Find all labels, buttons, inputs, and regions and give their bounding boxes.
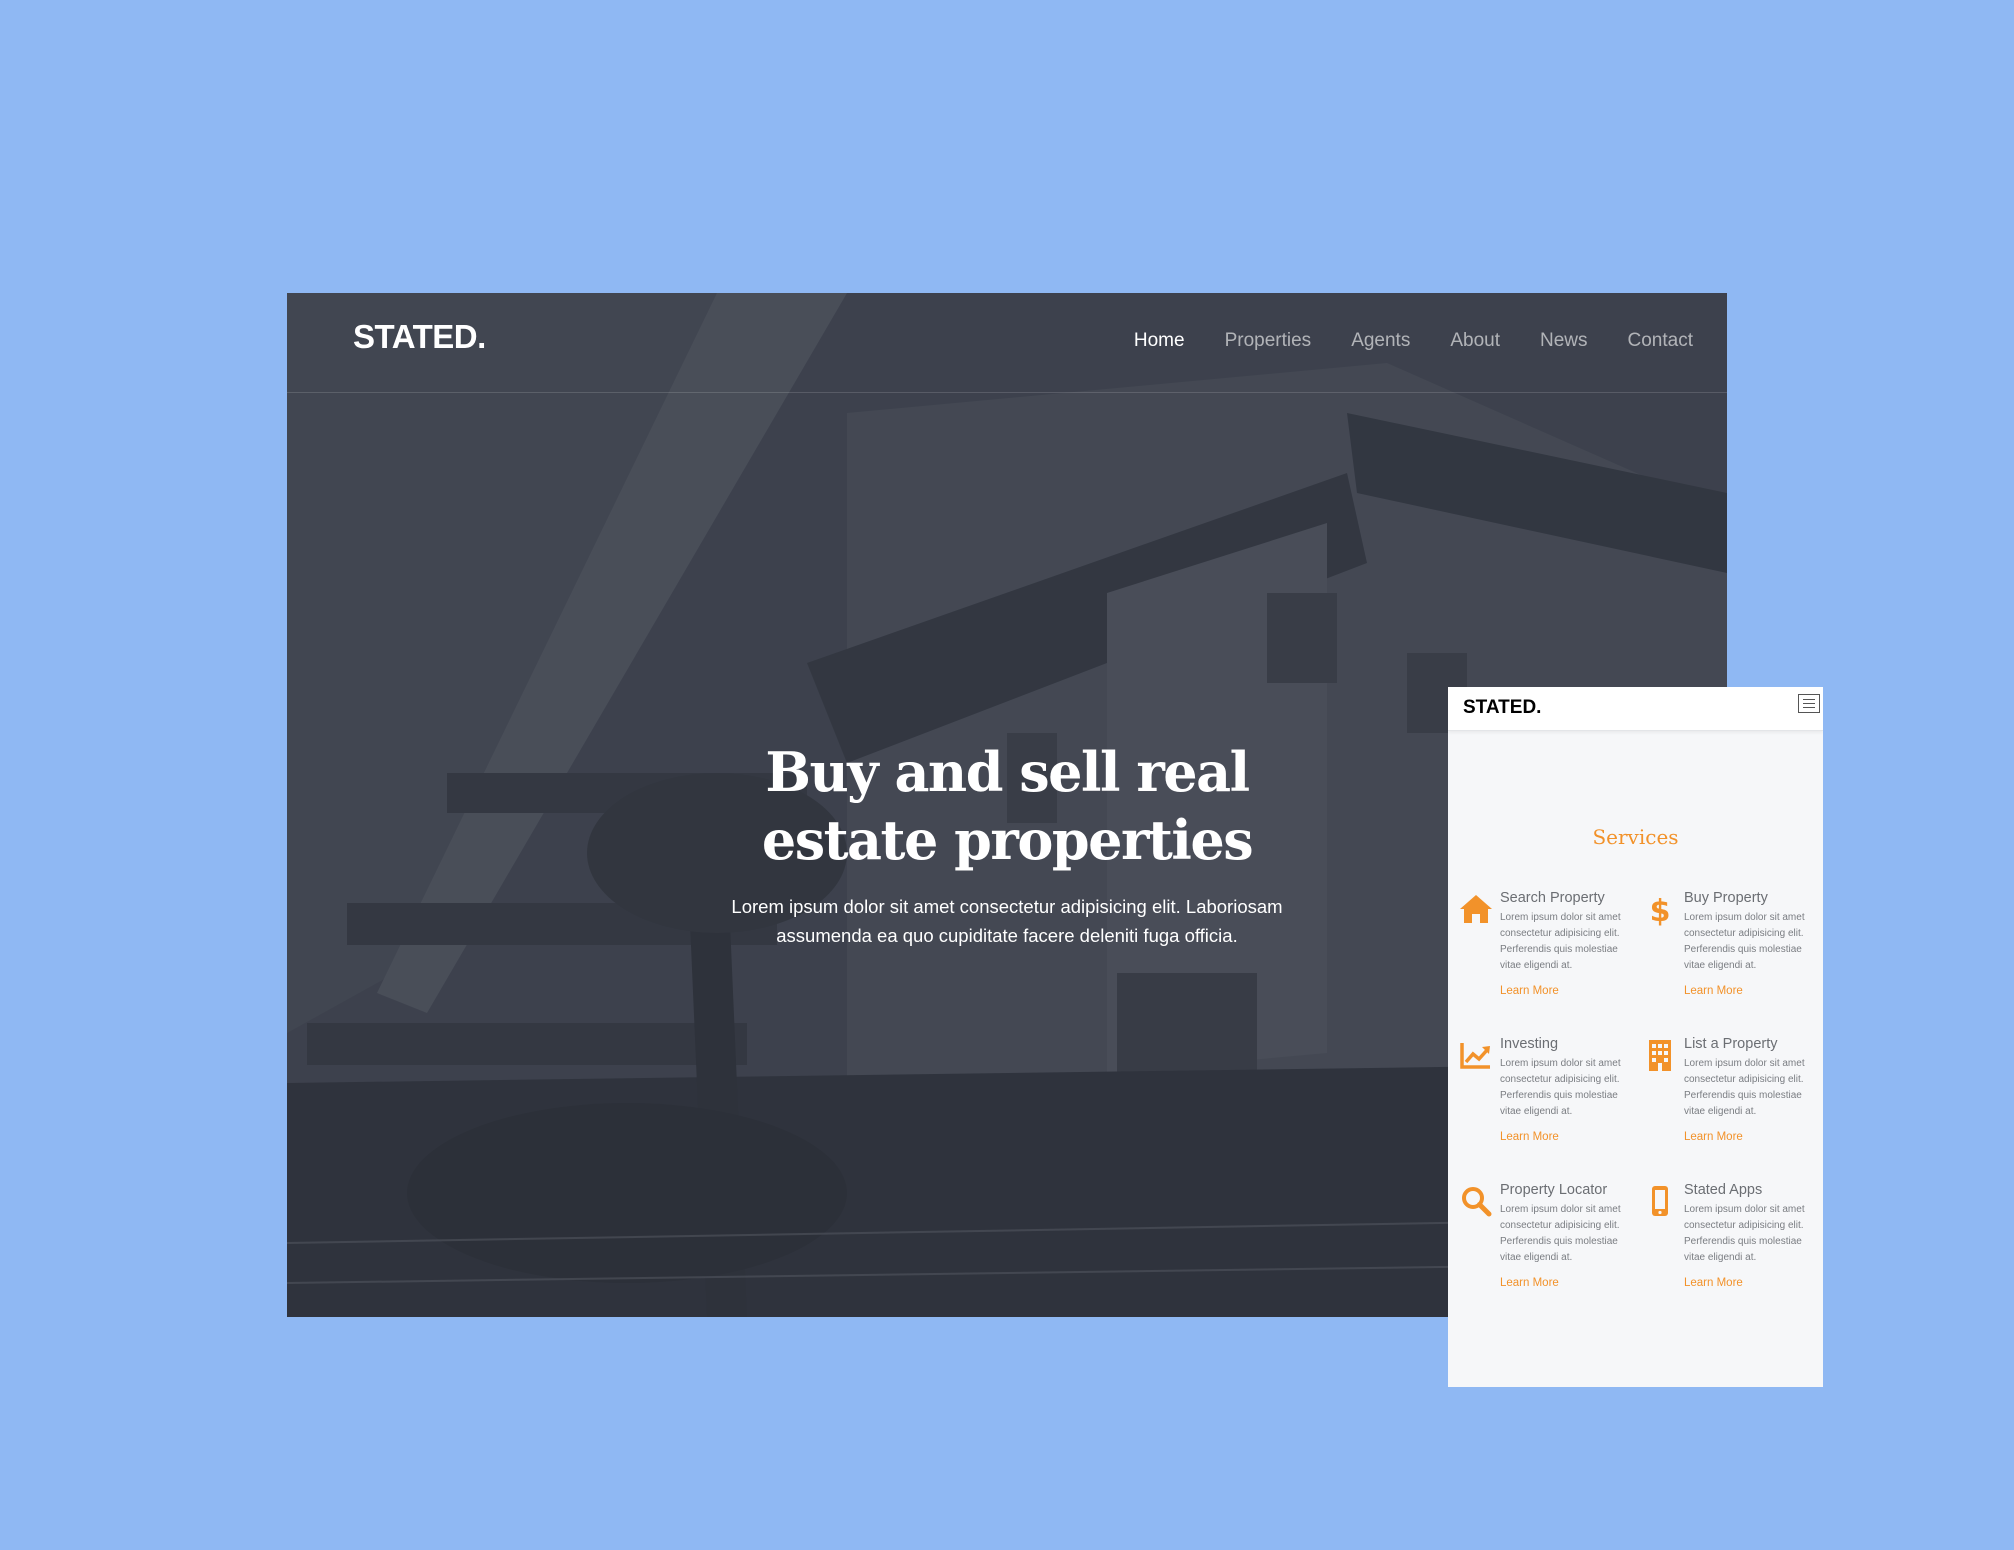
service-name: Buy Property: [1684, 890, 1768, 906]
service-description: Lorem ipsum dolor sit amet consectetur a…: [1684, 1058, 1805, 1117]
learn-more-link[interactable]: Learn More: [1500, 1129, 1638, 1145]
service-description: Lorem ipsum dolor sit amet consectetur a…: [1684, 1204, 1805, 1263]
service-name: Stated Apps: [1684, 1182, 1763, 1198]
service-description: Lorem ipsum dolor sit amet consectetur a…: [1500, 912, 1621, 971]
mobile-header: STATED.: [1448, 687, 1823, 731]
nav-news[interactable]: News: [1540, 323, 1588, 359]
menu-icon[interactable]: [1798, 694, 1820, 713]
home-icon: [1460, 895, 1492, 923]
building-icon: [1649, 1040, 1671, 1071]
nav-properties[interactable]: Properties: [1225, 323, 1312, 359]
brand-logo[interactable]: STATED.: [353, 315, 486, 359]
services-title: Services: [1592, 825, 1679, 849]
mobile-screen: STATED. Services Search Property Lorem i…: [1448, 687, 1823, 1387]
service-description: Lorem ipsum dolor sit amet consectetur a…: [1684, 912, 1805, 971]
chart-line-icon: [1460, 1043, 1490, 1069]
service-name: Investing: [1500, 1036, 1559, 1052]
learn-more-link[interactable]: Learn More: [1500, 983, 1638, 999]
nav-agents[interactable]: Agents: [1351, 323, 1410, 359]
service-name: List a Property: [1684, 1036, 1778, 1052]
search-icon: [1462, 1187, 1492, 1217]
learn-more-link[interactable]: Learn More: [1684, 983, 1822, 999]
service-description: Lorem ipsum dolor sit amet consectetur a…: [1500, 1204, 1621, 1263]
navbar: STATED. Home Properties Agents About New…: [287, 293, 1727, 393]
mobile-brand-logo[interactable]: STATED.: [1463, 695, 1541, 721]
dollar-icon: $: [1650, 894, 1671, 927]
service-name: Search Property: [1500, 890, 1605, 906]
mobile-phone-icon: [1652, 1186, 1668, 1216]
hero-title: Buy and sell real estate properties: [761, 740, 1254, 872]
svg-text:$: $: [1650, 894, 1671, 927]
hero-subtitle: Lorem ipsum dolor sit amet consectetur a…: [731, 896, 1283, 946]
nav-about[interactable]: About: [1450, 323, 1500, 359]
service-description: Lorem ipsum dolor sit amet consectetur a…: [1500, 1058, 1621, 1117]
hero-content: Buy and sell real estate properties Lore…: [707, 738, 1307, 950]
learn-more-link[interactable]: Learn More: [1684, 1129, 1822, 1145]
learn-more-link[interactable]: Learn More: [1500, 1275, 1638, 1291]
learn-more-link[interactable]: Learn More: [1684, 1275, 1822, 1291]
nav-contact[interactable]: Contact: [1628, 323, 1693, 359]
nav-home[interactable]: Home: [1134, 323, 1185, 359]
service-name: Property Locator: [1500, 1182, 1608, 1198]
main-nav: Home Properties Agents About News Contac…: [1094, 323, 1693, 359]
